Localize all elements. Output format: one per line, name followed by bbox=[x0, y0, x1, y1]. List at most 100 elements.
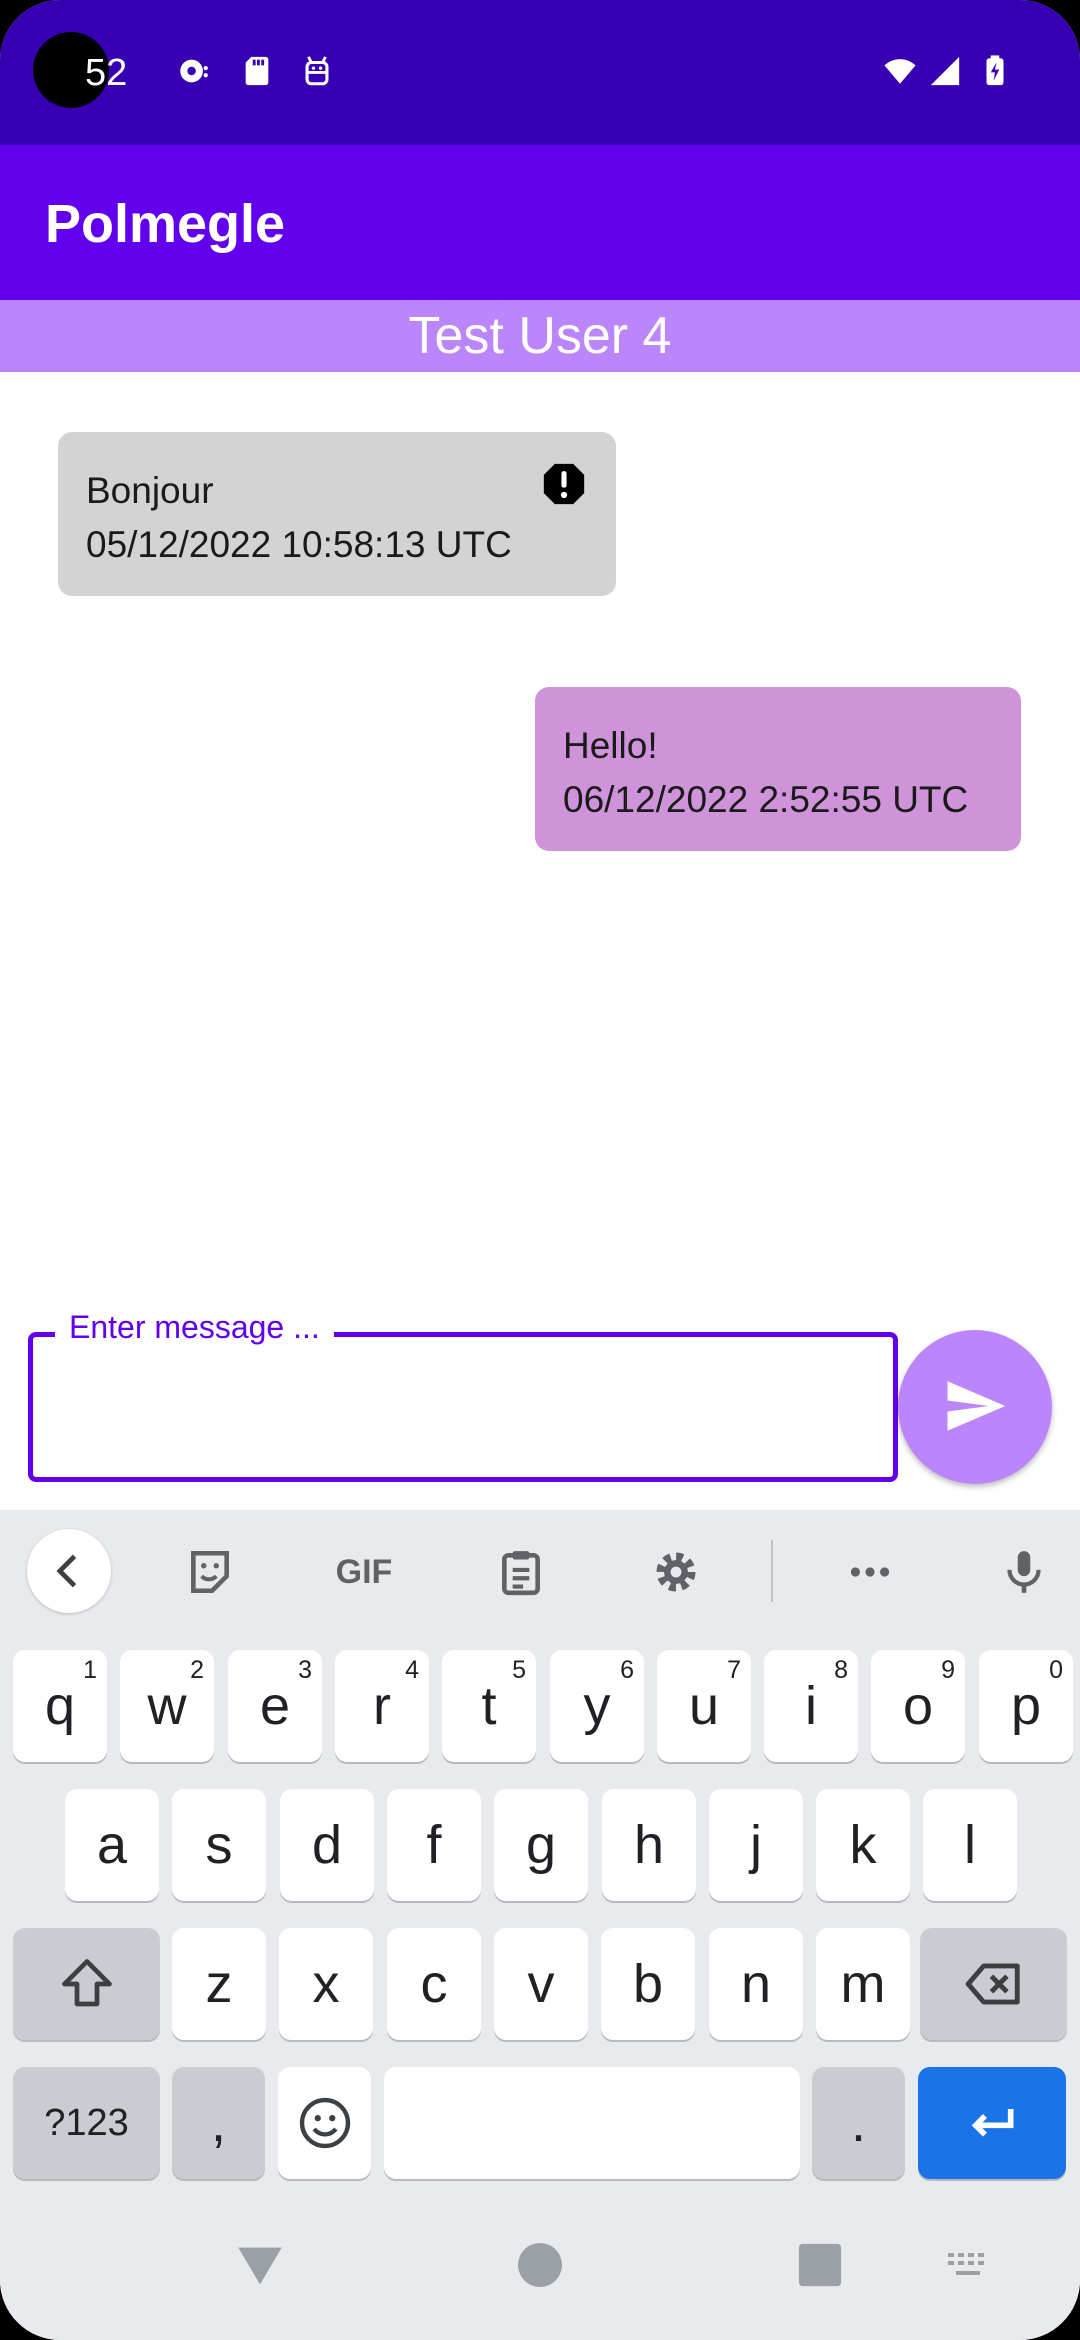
clipboard-button[interactable] bbox=[479, 1530, 563, 1614]
key-label: h bbox=[633, 1815, 665, 1875]
key-g[interactable]: g bbox=[494, 1789, 588, 1901]
key-m[interactable]: m bbox=[816, 1928, 910, 2040]
key-hint: 0 bbox=[1049, 1656, 1063, 1684]
sent-message-bubble[interactable]: Hello! 06/12/2022 2:52:55 UTC bbox=[535, 687, 1021, 851]
shift-key[interactable] bbox=[13, 1928, 160, 2040]
nav-home-button[interactable] bbox=[510, 2235, 570, 2295]
key-label: u bbox=[688, 1676, 720, 1736]
navigation-bar bbox=[0, 2190, 1080, 2340]
nav-back-button[interactable] bbox=[230, 2235, 290, 2295]
key-o[interactable]: o9 bbox=[871, 1650, 965, 1762]
shift-arrow-icon bbox=[61, 1959, 112, 2007]
emoji-icon bbox=[299, 2097, 350, 2149]
key-label: x bbox=[312, 1954, 340, 2014]
comma-key[interactable]: , bbox=[172, 2067, 265, 2179]
key-label: b bbox=[632, 1954, 664, 2014]
key-label: z bbox=[205, 1954, 233, 2014]
clipboard-icon bbox=[502, 1551, 540, 1596]
key-p[interactable]: p0 bbox=[979, 1650, 1073, 1762]
podcast-icon bbox=[180, 59, 208, 83]
message-text: Bonjour bbox=[86, 470, 214, 511]
gif-button[interactable]: GIF bbox=[322, 1530, 406, 1614]
key-d[interactable]: d bbox=[280, 1789, 374, 1901]
key-label: j bbox=[750, 1815, 762, 1875]
key-label: w bbox=[147, 1676, 187, 1736]
keyboard-collapse-button[interactable] bbox=[27, 1529, 111, 1613]
key-hint: 6 bbox=[620, 1656, 634, 1684]
sticker-button[interactable] bbox=[168, 1530, 252, 1614]
toolbar-divider bbox=[771, 1540, 773, 1602]
send-icon bbox=[947, 1380, 1006, 1431]
key-n[interactable]: n bbox=[709, 1928, 803, 2040]
status-bar: 52 bbox=[0, 0, 1080, 145]
status-time: 52 bbox=[85, 52, 128, 94]
voice-input-button[interactable] bbox=[982, 1530, 1066, 1614]
app-title: Polmegle bbox=[45, 194, 286, 254]
key-label: y bbox=[583, 1676, 611, 1736]
received-message-bubble[interactable]: Bonjour 05/12/2022 10:58:13 UTC bbox=[58, 432, 616, 596]
key-h[interactable]: h bbox=[602, 1789, 696, 1901]
key-label: l bbox=[964, 1815, 976, 1875]
key-z[interactable]: z bbox=[172, 1928, 266, 2040]
key-hint: 1 bbox=[83, 1656, 97, 1684]
key-e[interactable]: e3 bbox=[228, 1650, 322, 1762]
keyboard-switch-button[interactable] bbox=[938, 2235, 998, 2295]
sd-card-icon bbox=[245, 56, 269, 86]
key-k[interactable]: k bbox=[816, 1789, 910, 1901]
battery-charging-icon bbox=[986, 55, 1004, 86]
backspace-icon bbox=[965, 1963, 1020, 2005]
key-t[interactable]: t5 bbox=[442, 1650, 536, 1762]
enter-arrow-icon bbox=[971, 2109, 1014, 2137]
key-hint: 2 bbox=[190, 1656, 204, 1684]
key-label: a bbox=[96, 1815, 128, 1875]
backspace-key[interactable] bbox=[920, 1928, 1067, 2040]
enter-key[interactable] bbox=[918, 2067, 1066, 2179]
key-label: i bbox=[805, 1676, 817, 1736]
key-a[interactable]: a bbox=[65, 1789, 159, 1901]
key-f[interactable]: f bbox=[387, 1789, 481, 1901]
key-s[interactable]: s bbox=[172, 1789, 266, 1901]
key-i[interactable]: i8 bbox=[764, 1650, 858, 1762]
key-y[interactable]: y6 bbox=[550, 1650, 644, 1762]
key-hint: 7 bbox=[727, 1656, 741, 1684]
key-label: t bbox=[481, 1676, 497, 1736]
key-l[interactable]: l bbox=[923, 1789, 1017, 1901]
key-v[interactable]: v bbox=[494, 1928, 588, 2040]
microphone-icon bbox=[1007, 1551, 1041, 1593]
key-label: k bbox=[849, 1815, 877, 1875]
key-x[interactable]: x bbox=[279, 1928, 373, 2040]
key-c[interactable]: c bbox=[387, 1928, 481, 2040]
settings-button[interactable] bbox=[634, 1530, 718, 1614]
signal-icon bbox=[930, 56, 960, 86]
key-label: e bbox=[259, 1676, 291, 1736]
key-hint: 3 bbox=[298, 1656, 312, 1684]
key-w[interactable]: w2 bbox=[120, 1650, 214, 1762]
phone-screen: 52 Polmegle Test User 4 Bonjour 05/12/20… bbox=[0, 0, 1080, 2340]
key-hint: 5 bbox=[512, 1656, 526, 1684]
recents-square-icon bbox=[798, 2243, 842, 2287]
key-b[interactable]: b bbox=[601, 1928, 695, 2040]
keyboard-toolbar: GIF bbox=[0, 1510, 1080, 1630]
gear-icon bbox=[656, 1552, 696, 1592]
error-icon[interactable] bbox=[542, 462, 586, 506]
send-button[interactable] bbox=[898, 1330, 1052, 1484]
key-label: m bbox=[840, 1954, 886, 2014]
contact-name: Test User 4 bbox=[408, 307, 672, 365]
contact-header: Test User 4 bbox=[0, 300, 1080, 372]
key-j[interactable]: j bbox=[709, 1789, 803, 1901]
emoji-key[interactable] bbox=[278, 2067, 371, 2179]
nav-recents-button[interactable] bbox=[790, 2235, 850, 2295]
key-q[interactable]: q1 bbox=[13, 1650, 107, 1762]
key-u[interactable]: u7 bbox=[657, 1650, 751, 1762]
key-r[interactable]: r4 bbox=[335, 1650, 429, 1762]
key-label: g bbox=[525, 1815, 557, 1875]
message-text: Hello! bbox=[563, 725, 658, 766]
key-label: v bbox=[527, 1954, 555, 2014]
symbols-key[interactable]: ?123 bbox=[13, 2067, 160, 2179]
key-label: q bbox=[44, 1676, 76, 1736]
space-key[interactable] bbox=[384, 2067, 800, 2179]
message-input[interactable] bbox=[53, 1377, 873, 1457]
chevron-left-icon bbox=[56, 1554, 77, 1588]
period-key[interactable]: . bbox=[812, 2067, 905, 2179]
more-options-button[interactable] bbox=[828, 1530, 912, 1614]
